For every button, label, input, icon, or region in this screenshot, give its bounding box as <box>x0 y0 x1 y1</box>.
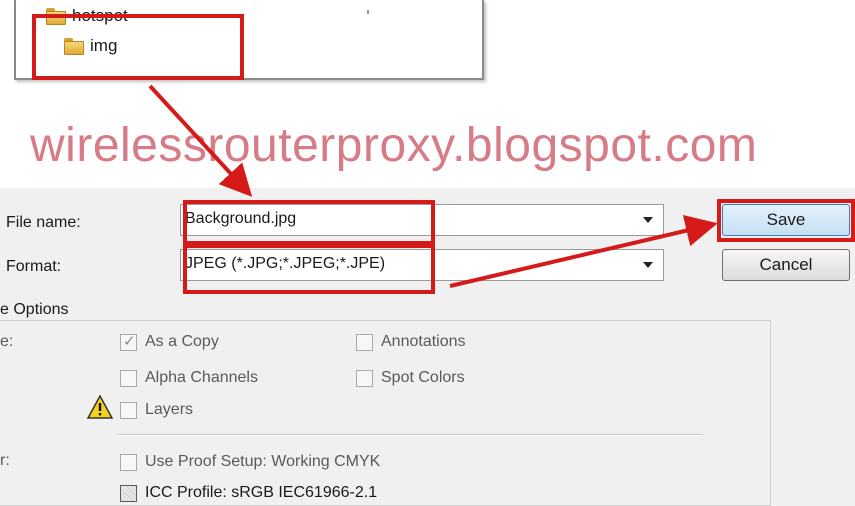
arrow-format-to-save <box>449 214 718 288</box>
annotation-arrows <box>148 84 718 288</box>
arrow-folder-to-filename <box>148 84 253 197</box>
